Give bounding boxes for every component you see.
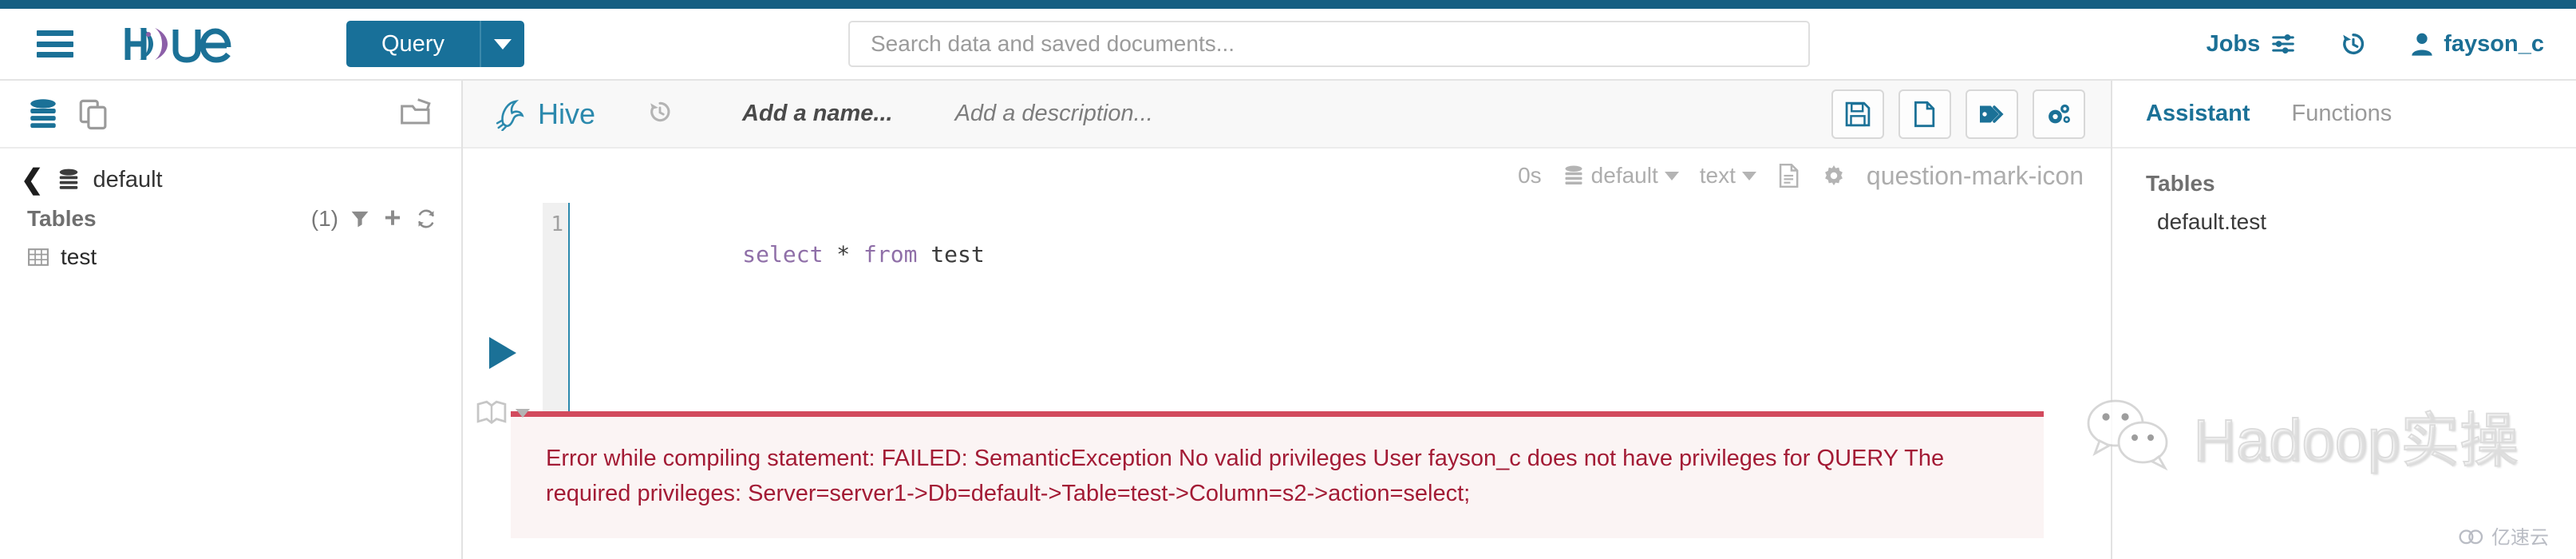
right-panel-body: Tables default.test: [2112, 149, 2576, 257]
document-lines-icon: [1779, 163, 1799, 188]
query-button-group[interactable]: Query: [346, 21, 524, 67]
search-input[interactable]: [848, 21, 1810, 67]
user-icon: [2412, 33, 2432, 56]
sql-editor: 1 select * from test: [463, 203, 2111, 425]
jobs-label: Jobs: [2206, 30, 2261, 57]
top-navbar: Query Jobs: [0, 9, 2576, 81]
history-clock-icon: [2343, 33, 2365, 55]
new-document-icon: [1914, 101, 1935, 127]
query-dropdown-button[interactable]: [479, 21, 524, 67]
plus-icon[interactable]: [381, 208, 404, 230]
sql-token-select: select: [742, 241, 824, 268]
help-button[interactable]: question-mark-icon: [1867, 161, 2084, 191]
result-format-value: text: [1699, 163, 1736, 188]
gear-icon: [1824, 165, 1843, 186]
tables-label: Tables: [27, 206, 97, 231]
left-panel-header: [0, 81, 461, 149]
list-item[interactable]: test: [0, 236, 461, 278]
editor-book-control[interactable]: [476, 399, 530, 426]
new-query-button[interactable]: [1898, 89, 1951, 139]
database-icon[interactable]: [27, 97, 59, 131]
code-area[interactable]: 1 select * from test: [543, 203, 2111, 411]
assistant-section-title: Tables: [2146, 171, 2215, 196]
database-icon: [59, 168, 77, 189]
left-assist-panel: ❮ default Tables (1) test: [0, 81, 463, 559]
database-icon: [1565, 165, 1582, 184]
chevron-down-icon: [1664, 171, 1679, 180]
hue-logo[interactable]: [123, 23, 267, 65]
assistant-table-entry[interactable]: default.test: [2146, 209, 2542, 235]
sql-token-star: *: [823, 241, 864, 268]
settings-button[interactable]: [2033, 89, 2085, 139]
query-name-input[interactable]: Add a name...: [742, 101, 893, 127]
log-button[interactable]: [1777, 163, 1801, 188]
tables-section-header: Tables (1): [0, 201, 461, 236]
user-name: fayson_c: [2444, 30, 2544, 57]
page-root: Query Jobs: [0, 0, 2576, 559]
navbar-right-actions: Jobs fayson_c: [2207, 30, 2544, 57]
user-menu[interactable]: fayson_c: [2410, 31, 2544, 57]
play-triangle-icon[interactable]: [489, 337, 516, 369]
query-history-button[interactable]: [2340, 30, 2367, 57]
elapsed-time: 0s: [1518, 163, 1542, 188]
hive-bee-icon: [496, 99, 524, 131]
database-breadcrumb[interactable]: ❮ default: [0, 149, 461, 201]
database-picker-value: default: [1590, 163, 1658, 188]
chevron-down-icon: [493, 38, 512, 50]
hamburger-menu-icon[interactable]: [37, 30, 73, 57]
chevron-down-icon: [1741, 171, 1756, 180]
save-button[interactable]: [1831, 89, 1884, 139]
code-content[interactable]: select * from test: [570, 203, 2111, 411]
database-picker[interactable]: default: [1563, 163, 1679, 188]
line-number-gutter: 1: [543, 203, 570, 411]
workspace: ❮ default Tables (1) test Hive Add a nam…: [0, 81, 2576, 559]
refresh-icon[interactable]: [415, 208, 437, 230]
top-accent-strip: [0, 0, 2576, 9]
right-assistant-panel: Assistant Functions Tables default.test: [2111, 81, 2576, 559]
editor-settings-button[interactable]: [1822, 164, 1846, 188]
editor-run-column: [463, 203, 543, 425]
error-line-1: Error while compiling statement: FAILED:…: [546, 445, 1945, 471]
chevron-down-icon: [516, 408, 530, 418]
filter-icon[interactable]: [350, 208, 370, 229]
database-name: default: [93, 166, 163, 192]
engine-selector[interactable]: Hive: [495, 97, 595, 131]
tables-count: (1): [310, 206, 338, 231]
editor-header: Hive Add a name... Add a description...: [463, 81, 2111, 149]
editor-history-button[interactable]: [646, 98, 674, 129]
list-item-label: test: [61, 244, 97, 269]
tab-assistant[interactable]: Assistant: [2146, 101, 2250, 127]
editor-subbar: 0s default text question-mark-icon: [463, 149, 2111, 203]
book-icon: [476, 400, 507, 425]
chevron-left-icon[interactable]: ❮: [21, 166, 44, 193]
table-grid-icon: [28, 248, 49, 266]
documents-icon[interactable]: [77, 97, 110, 131]
editor-actions: [1831, 89, 2085, 139]
query-description-input[interactable]: Add a description...: [955, 101, 1153, 127]
right-panel-tabs: Assistant Functions: [2112, 81, 2576, 149]
editor-column: Hive Add a name... Add a description...: [463, 81, 2111, 559]
sql-token-table: test: [917, 241, 985, 268]
tags-button[interactable]: [1966, 89, 2018, 139]
tab-functions[interactable]: Functions: [2292, 101, 2392, 127]
sql-token-from: from: [863, 241, 918, 268]
sliders-icon: [2272, 34, 2295, 54]
history-clock-icon: [650, 101, 670, 122]
query-button[interactable]: Query: [346, 21, 480, 67]
engine-name: Hive: [538, 97, 596, 130]
save-icon: [1845, 101, 1871, 126]
gears-icon: [2049, 104, 2070, 123]
jobs-button[interactable]: Jobs: [2207, 31, 2297, 57]
folder-open-icon[interactable]: [399, 96, 434, 128]
error-line-2: required privileges: Server=server1->Db=…: [546, 480, 1471, 506]
global-search: [848, 21, 1810, 67]
tag-icon: [1980, 105, 2004, 123]
error-message-panel: Error while compiling statement: FAILED:…: [511, 410, 2044, 538]
result-format-picker[interactable]: text: [1700, 163, 1756, 188]
